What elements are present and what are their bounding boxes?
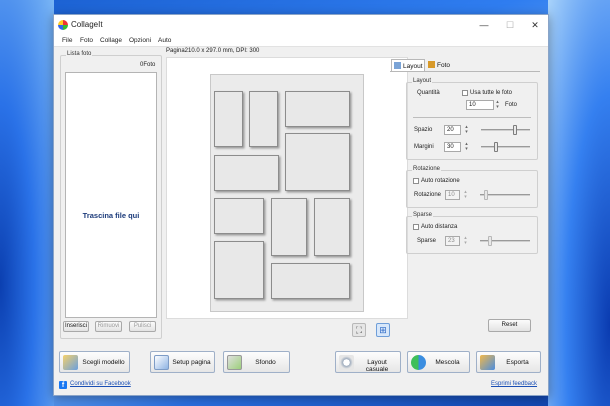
photo-list[interactable]: Trascina file qui (65, 72, 157, 318)
layout-separator (413, 117, 531, 118)
scatter-slider-thumb[interactable] (488, 236, 492, 246)
facebook-icon[interactable]: f (59, 381, 67, 389)
shuffle-button[interactable]: Mescola (407, 351, 470, 373)
use-all-checkbox[interactable] (462, 90, 468, 96)
page-setup-icon (154, 355, 169, 370)
maximize-icon[interactable]: ☐ (499, 18, 521, 32)
background-button[interactable]: Sfondo (223, 351, 290, 373)
window-title: CollageIt (71, 20, 103, 29)
page-info: Pagina210.0 x 297.0 mm, DPI: 300 (166, 48, 260, 54)
page-setup-button[interactable]: Setup pagina (150, 351, 215, 373)
spacing-stepper[interactable]: ▴ ▾ (463, 125, 470, 135)
photo-slot[interactable] (214, 155, 279, 191)
facebook-share-link[interactable]: Condividi su Facebook (70, 381, 131, 387)
layout-tab-icon (394, 62, 401, 69)
tab-divider (390, 71, 540, 72)
rotation-group-label: Rotazione (412, 166, 442, 172)
photo-slot[interactable] (271, 263, 350, 299)
photo-slot[interactable] (285, 133, 350, 191)
auto-rotation-checkbox[interactable] (413, 178, 419, 184)
rotation-stepper[interactable]: ▴ ▾ (462, 190, 469, 200)
spacing-input[interactable]: 20 (444, 125, 461, 135)
photo-list-label: Lista foto (66, 51, 93, 57)
rotation-input[interactable]: 10 (445, 190, 460, 200)
spacing-label: Spazio (414, 127, 433, 133)
app-window: CollageIt — ☐ ✕ File Foto Collage Opzion… (53, 14, 549, 396)
menu-file[interactable]: File (62, 37, 72, 44)
rotation-label: Rotazione (414, 192, 442, 198)
dice-icon (339, 355, 354, 370)
margins-slider-thumb[interactable] (494, 142, 498, 152)
photo-slot[interactable] (285, 91, 350, 127)
scatter-group: Sparse (406, 212, 538, 254)
spacing-slider-thumb[interactable] (513, 125, 517, 135)
clear-button[interactable]: Pulisci (129, 321, 156, 332)
quantity-label: Quantità (417, 90, 440, 96)
menu-bar: File Foto Collage Opzioni Auto (54, 35, 548, 47)
spacing-slider-track[interactable] (481, 129, 530, 131)
menu-foto[interactable]: Foto (80, 37, 93, 44)
auto-rotation-label: Auto rotazione (421, 178, 460, 184)
photo-slot[interactable] (214, 91, 243, 147)
scatter-group-label: Sparse (412, 212, 434, 218)
remove-button[interactable]: Rimuovi (95, 321, 122, 332)
photo-slot[interactable] (271, 198, 307, 256)
tab-layout[interactable]: Layout (391, 59, 425, 71)
choose-template-button[interactable]: Scegli modello (59, 351, 130, 373)
photo-slot[interactable] (214, 198, 264, 234)
export-button[interactable]: Esporta (476, 351, 541, 373)
quantity-stepper[interactable]: ▴ ▾ (494, 100, 501, 110)
photo-slot[interactable] (314, 198, 350, 256)
title-bar: CollageIt — ☐ ✕ (54, 15, 548, 35)
use-all-label: Usa tutte le foto (470, 90, 513, 96)
menu-opzioni[interactable]: Opzioni (129, 37, 151, 44)
random-layout-button[interactable]: Layout casuale (335, 351, 401, 373)
margins-label: Margini (414, 144, 434, 150)
photo-tab-icon (428, 61, 435, 68)
menu-collage[interactable]: Collage (100, 37, 122, 44)
auto-distance-checkbox[interactable] (413, 224, 419, 230)
scatter-label: Sparse (417, 238, 437, 244)
collage-page[interactable] (210, 74, 364, 312)
quantity-input[interactable]: 10 (466, 100, 494, 110)
fit-view-icon[interactable]: ⛶ (352, 323, 366, 337)
scatter-input[interactable]: 23 (445, 236, 460, 246)
scatter-stepper[interactable]: ▴ ▾ (462, 236, 469, 246)
rotation-group: Rotazione (406, 166, 538, 208)
photos-unit-label: Foto (505, 102, 518, 108)
template-icon (63, 355, 78, 370)
desktop-wallpaper-right (548, 0, 610, 406)
drop-hint: Trascina file qui (82, 211, 140, 220)
export-icon (480, 355, 495, 370)
photo-slot[interactable] (214, 241, 264, 299)
layout-group-label: Layout (412, 78, 433, 84)
margins-input[interactable]: 30 (444, 142, 461, 152)
insert-button[interactable]: Inserisci (63, 321, 89, 332)
photo-slot[interactable] (249, 91, 278, 147)
desktop-wallpaper-left (0, 0, 54, 406)
feedback-link[interactable]: Esprimi feedback (491, 381, 537, 387)
rotation-slider-thumb[interactable] (484, 190, 488, 200)
shuffle-icon (411, 355, 426, 370)
photo-count: 0Foto (140, 62, 156, 68)
reset-button[interactable]: Reset (488, 319, 531, 332)
minimize-icon[interactable]: — (473, 18, 495, 32)
grid-view-icon[interactable]: ⊞ (376, 323, 390, 337)
tab-foto[interactable]: Foto (426, 59, 456, 71)
close-icon[interactable]: ✕ (524, 18, 546, 32)
app-logo-icon (58, 20, 68, 30)
background-icon (227, 355, 242, 370)
auto-distance-label: Auto distanza (421, 224, 458, 230)
margins-stepper[interactable]: ▴ ▾ (463, 142, 470, 152)
menu-auto[interactable]: Auto (158, 37, 171, 44)
margins-slider-track[interactable] (481, 146, 530, 148)
